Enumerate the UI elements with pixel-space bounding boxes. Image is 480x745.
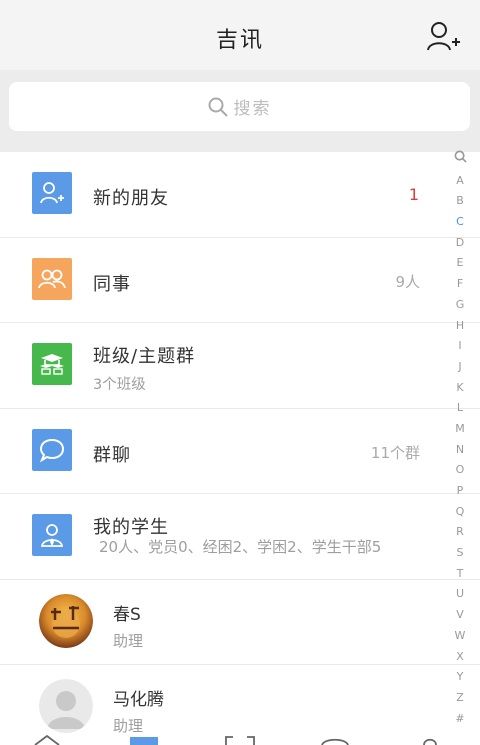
- list-item-colleagues[interactable]: 同事 9人: [0, 237, 480, 323]
- index-letter[interactable]: F: [448, 274, 472, 295]
- index-letter[interactable]: Q: [448, 502, 472, 523]
- alphabet-index-bar[interactable]: A B C D E F G H I J K L M N O P Q R S T U V W X Y Z #: [448, 150, 472, 729]
- app-header: 吉讯: [0, 0, 480, 70]
- index-letter[interactable]: G: [448, 295, 472, 316]
- contact-name: 马化腾: [113, 690, 164, 710]
- contact-list: 新的朋友 1 同事 9人 班级/主题群 3个班级 群聊 11个群 我的学生 20…: [0, 152, 480, 745]
- index-letter[interactable]: W: [448, 626, 472, 647]
- class-group-icon: [32, 343, 72, 385]
- contact-role: 助理: [113, 717, 144, 735]
- row-title: 班级/主题群: [93, 346, 196, 367]
- group-count: 11个群: [370, 443, 420, 462]
- index-letter[interactable]: I: [448, 336, 472, 357]
- chat-bubble-icon: [32, 428, 72, 471]
- avatar: [39, 679, 93, 733]
- index-letter[interactable]: Z: [448, 688, 472, 709]
- index-letter[interactable]: L: [448, 398, 472, 419]
- list-item-class-group[interactable]: 班级/主题群 3个班级: [0, 323, 480, 409]
- list-item-my-students[interactable]: 我的学生 20人、党员0、经困2、学困2、学生干部5: [0, 494, 480, 580]
- avatar: [39, 593, 93, 648]
- index-letter[interactable]: Y: [448, 667, 472, 688]
- contacts-tab-icon[interactable]: [130, 735, 158, 745]
- index-letter[interactable]: U: [448, 584, 472, 605]
- search-area: 搜索: [0, 70, 480, 152]
- index-letter[interactable]: #: [448, 709, 472, 730]
- profile-tab-icon[interactable]: [420, 735, 440, 745]
- index-letter[interactable]: P: [448, 481, 472, 502]
- index-letter[interactable]: V: [448, 605, 472, 626]
- contact-role: 助理: [113, 631, 144, 650]
- list-item-new-friends[interactable]: 新的朋友 1: [0, 152, 480, 238]
- add-friend-icon[interactable]: [426, 20, 460, 52]
- colleague-count: 9人: [395, 272, 420, 291]
- search-icon: [208, 97, 228, 117]
- search-input[interactable]: 搜索: [9, 82, 470, 131]
- index-letter[interactable]: X: [448, 647, 472, 668]
- index-letter[interactable]: C: [448, 212, 472, 233]
- index-letter[interactable]: O: [448, 460, 472, 481]
- index-letter[interactable]: A: [448, 171, 472, 192]
- contact-row[interactable]: 马化腾 助理: [0, 665, 480, 745]
- add-friend-icon: [32, 172, 72, 214]
- index-letter[interactable]: E: [448, 253, 472, 274]
- index-letter[interactable]: D: [448, 233, 472, 254]
- bottom-tab-bar: [0, 735, 480, 745]
- page-title: 吉讯: [215, 28, 264, 53]
- contact-name: 春S: [113, 604, 141, 625]
- row-title: 群聊: [93, 444, 131, 466]
- search-placeholder: 搜索: [233, 99, 272, 119]
- discover-tab-icon[interactable]: [320, 735, 350, 745]
- row-title: 同事: [93, 273, 131, 295]
- row-subtitle: 20人、党员0、经困2、学困2、学生干部5: [99, 538, 382, 556]
- index-letter[interactable]: K: [448, 378, 472, 399]
- index-letter[interactable]: H: [448, 316, 472, 337]
- index-letter[interactable]: R: [448, 522, 472, 543]
- row-subtitle: 3个班级: [93, 377, 146, 393]
- colleagues-icon: [32, 257, 72, 300]
- index-letter[interactable]: J: [448, 357, 472, 378]
- index-letter[interactable]: M: [448, 419, 472, 440]
- unread-badge: 1: [408, 185, 419, 204]
- index-letter[interactable]: T: [448, 564, 472, 585]
- index-search-icon[interactable]: [448, 150, 472, 171]
- contact-row[interactable]: 春S 助理: [0, 579, 480, 665]
- row-title: 新的朋友: [93, 188, 169, 209]
- index-letter[interactable]: B: [448, 191, 472, 212]
- list-item-group-chat[interactable]: 群聊 11个群: [0, 408, 480, 494]
- student-icon: [32, 514, 72, 556]
- scan-tab-icon[interactable]: [225, 735, 255, 745]
- home-tab-icon[interactable]: [34, 735, 60, 745]
- index-letter[interactable]: N: [448, 440, 472, 461]
- index-letter[interactable]: S: [448, 543, 472, 564]
